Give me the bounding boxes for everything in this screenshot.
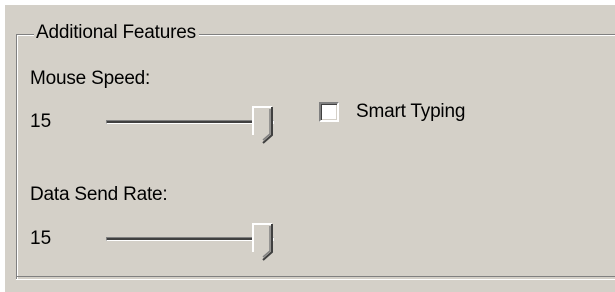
slider-thumb-icon[interactable] [252,106,274,144]
group-title: Additional Features [34,20,199,46]
mouse-speed-value: 15 [30,111,52,132]
slider-track [106,120,274,124]
data-send-rate-value: 15 [30,228,52,249]
smart-typing-checkbox[interactable] [319,102,339,122]
slider-track [106,237,274,241]
slider-thumb-icon[interactable] [252,223,274,261]
group-bottom-edge [16,276,615,280]
data-send-rate-slider[interactable] [106,221,286,261]
mouse-speed-label: Mouse Speed: [30,68,151,89]
smart-typing-option[interactable]: Smart Typing [319,100,465,124]
mouse-speed-slider[interactable] [106,104,286,144]
smart-typing-label[interactable]: Smart Typing [356,100,465,124]
data-send-rate-label: Data Send Rate: [30,184,168,205]
